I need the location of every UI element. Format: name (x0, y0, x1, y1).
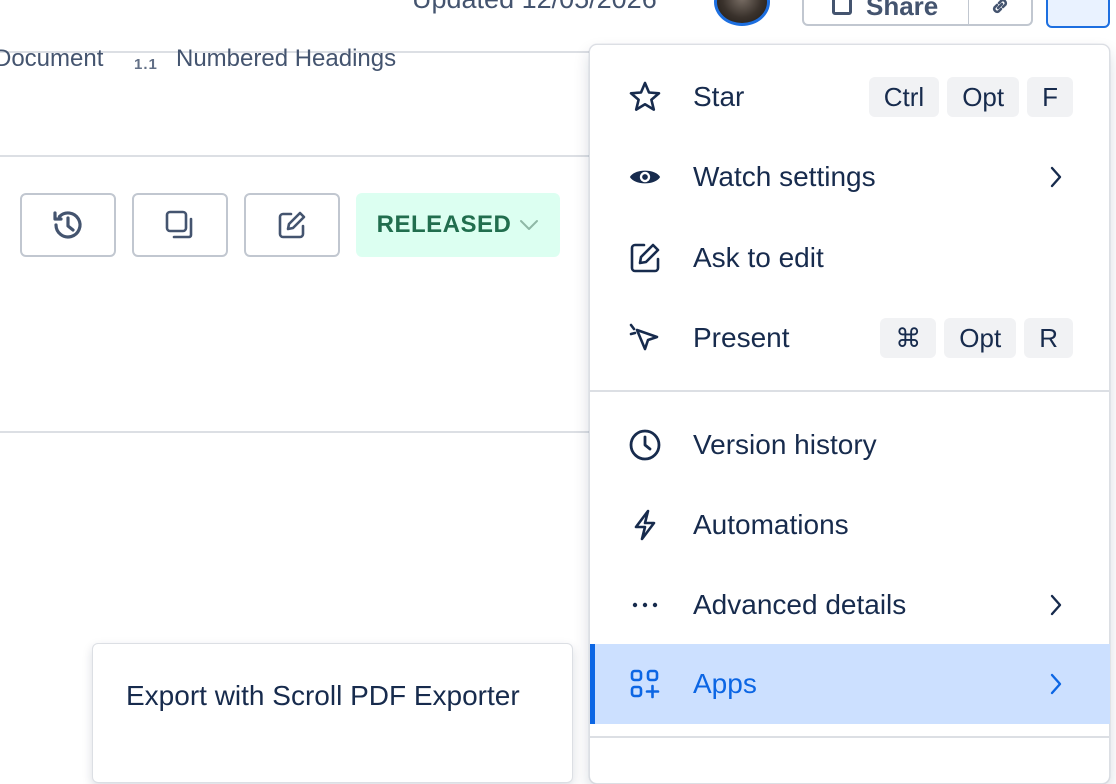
key: ⌘ (880, 318, 937, 358)
history-button[interactable] (20, 193, 116, 257)
last-updated-text: Updated 12/05/2026 (412, 0, 657, 15)
menu-item-apps[interactable]: Apps (590, 644, 1110, 724)
menu-item-label: Advanced details (693, 589, 907, 620)
copy-icon (165, 210, 193, 239)
chevron-down-icon (520, 220, 539, 230)
menu-item-present[interactable]: Present ⌘ Opt R (590, 298, 1110, 378)
menu-item-advanced-details[interactable]: Advanced details (590, 565, 1110, 645)
history-icon (53, 211, 82, 239)
menu-item-automations[interactable]: Automations (590, 485, 1110, 565)
export-scroll-pdf-item[interactable]: Export with Scroll PDF Exporter (126, 680, 520, 712)
eye-icon (628, 160, 662, 194)
section-divider (0, 431, 590, 433)
key: F (1027, 77, 1073, 117)
share-button[interactable]: Share (802, 0, 970, 26)
menu-item-ask-to-edit[interactable]: Ask to edit (590, 218, 1110, 298)
section-divider (0, 155, 590, 157)
key: R (1024, 318, 1073, 358)
menu-item-label: Version history (693, 429, 877, 460)
key: Ctrl (868, 77, 940, 117)
numbered-headings-icon: 1.1 (134, 56, 158, 73)
keyboard-shortcut: ⌘ Opt R (880, 318, 1073, 358)
menu-divider (590, 736, 1110, 738)
chevron-right-icon (1046, 672, 1066, 696)
menu-item-label: Apps (693, 668, 757, 699)
copy-button[interactable] (132, 193, 228, 257)
more-actions-button[interactable] (1046, 0, 1110, 28)
share-icon (832, 0, 852, 15)
status-label: RELEASED (376, 211, 512, 238)
edit-icon (278, 211, 306, 239)
menu-item-label: Automations (693, 509, 849, 540)
numbered-headings-label[interactable]: Numbered Headings (176, 45, 396, 73)
link-icon (992, 0, 1008, 14)
menu-divider (590, 390, 1110, 392)
copy-link-button[interactable] (969, 0, 1033, 26)
chevron-right-icon (1046, 165, 1066, 189)
star-icon (628, 80, 662, 114)
key: Opt (944, 318, 1017, 358)
keyboard-shortcut: Ctrl Opt F (868, 77, 1073, 117)
menu-item-label: Ask to edit (693, 242, 824, 273)
menu-item-label: Watch settings (693, 161, 876, 192)
share-button-label: Share (866, 0, 939, 21)
menu-item-label: Present (693, 322, 790, 353)
status-dropdown[interactable]: RELEASED (356, 193, 560, 257)
edit-icon (628, 241, 662, 275)
document-crumb[interactable]: Document (0, 45, 103, 73)
key: Opt (947, 77, 1020, 117)
menu-item-watch-settings[interactable]: Watch settings (590, 137, 1110, 217)
apps-add-icon (628, 667, 662, 701)
menu-item-version-history[interactable]: Version history (590, 405, 1110, 485)
lightning-icon (628, 508, 662, 542)
user-avatar[interactable] (714, 0, 770, 26)
menu-item-label: Star (693, 81, 745, 112)
clock-icon (628, 428, 662, 462)
present-icon (628, 321, 662, 355)
apps-submenu (92, 643, 573, 783)
more-horizontal-icon (628, 588, 662, 622)
menu-item-star[interactable]: Star Ctrl Opt F (590, 57, 1110, 137)
edit-button[interactable] (244, 193, 340, 257)
chevron-right-icon (1046, 593, 1066, 617)
